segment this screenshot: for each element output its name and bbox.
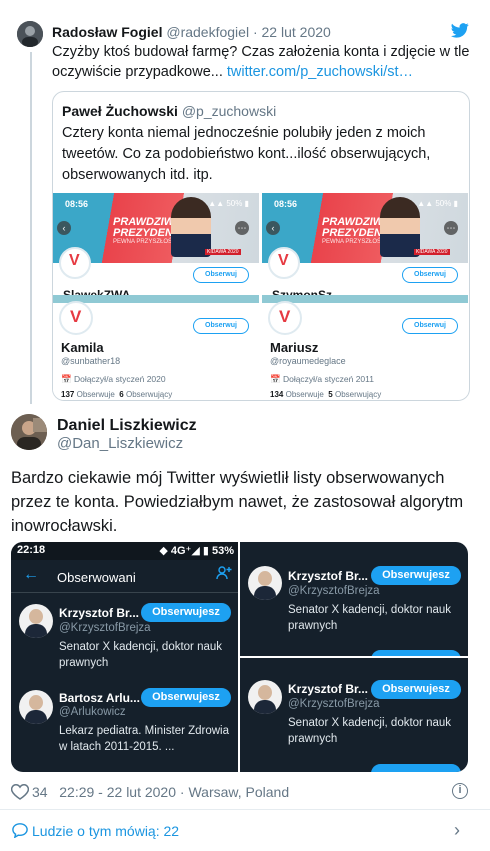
- account-joined: 📅 Dołączył/a styczeń 2020: [61, 374, 166, 384]
- main-author-avatar[interactable]: [11, 414, 47, 450]
- follow-button: Obserwuj: [193, 267, 249, 283]
- user-avatar: [19, 604, 53, 638]
- back-icon: ‹: [266, 221, 280, 235]
- follow-button: Obserwuj: [402, 267, 458, 283]
- user-bio: Senator X kadencji, doktor nauk prawnych: [288, 717, 452, 745]
- user-bio: Senator X kadencji, doktor nauk prawnych: [288, 604, 452, 632]
- add-user-icon: [216, 566, 232, 583]
- attached-image-2[interactable]: Krzysztof Br... Obserwujesz @KrzysztofBr…: [240, 542, 468, 656]
- chevron-right-icon[interactable]: ›: [454, 820, 460, 841]
- user-avatar: [248, 566, 282, 600]
- back-icon: ‹: [57, 221, 71, 235]
- user-bio: Lekarz pediatra. Minister Zdrowia w lata…: [59, 725, 230, 753]
- tweet-timestamp[interactable]: 22:29 - 22 lut 2020: [59, 784, 176, 800]
- people-talking-link[interactable]: Ludzie o tym mówią: 22: [32, 823, 179, 839]
- quoted-tweet-text: Cztery konta niemal jednocześnie polubił…: [62, 125, 431, 183]
- more-icon: ⋯: [444, 221, 458, 235]
- cut-following-button: [371, 650, 461, 656]
- parent-author-avatar[interactable]: [17, 21, 43, 47]
- main-author-name[interactable]: Daniel Liszkiewicz: [57, 417, 197, 435]
- banner-subline: PEWNA PRZYSZŁOŚĆ: [113, 239, 177, 245]
- quoted-image-2[interactable]: 08:56 ▲▲ 50% ▮ PRAWDZIWA PREZYDENT PEWNA …: [262, 193, 468, 400]
- like-count[interactable]: 34: [32, 784, 48, 800]
- parent-author-name[interactable]: Radosław Fogiel: [52, 24, 162, 40]
- speech-bubble-icon: [12, 823, 28, 839]
- quoted-author-name: Paweł Żuchowski: [62, 103, 178, 119]
- thread-connector-line: [30, 52, 32, 404]
- following-list-title: Obserwowani: [57, 570, 136, 585]
- user-bio: Senator X kadencji, doktor nauk prawnych: [59, 641, 223, 669]
- profile-avatar: [59, 247, 91, 279]
- parent-tweet-date[interactable]: 22 lut 2020: [262, 24, 331, 40]
- user-name: Bartosz Arlu...: [59, 691, 140, 705]
- back-arrow-icon: ←: [23, 566, 39, 583]
- user-handle: @KrzysztofBrejza: [288, 698, 380, 710]
- candidate-photo: [171, 197, 211, 257]
- profile-banner-strip: [53, 295, 259, 303]
- tweet-meta: 34 22:29 - 22 lut 2020 · Warsaw, Poland: [32, 784, 289, 800]
- quoted-image-1[interactable]: 08:56 ▲▲ 50% ▮ PRAWDZIWA PREZYDENT PEWNA …: [53, 193, 259, 400]
- following-button: Obserwujesz: [371, 680, 461, 699]
- tweet-location[interactable]: Warsaw, Poland: [188, 784, 289, 800]
- parent-tweet-header: Radosław Fogiel @radekfogiel · 22 lut 20…: [52, 24, 331, 40]
- like-heart-icon[interactable]: [10, 783, 30, 800]
- attached-image-3[interactable]: Krzysztof Br... Obserwujesz @KrzysztofBr…: [240, 658, 468, 772]
- main-author-handle[interactable]: @Dan_Liszkiewicz: [57, 435, 183, 452]
- quoted-tweet-card[interactable]: Paweł Żuchowski @p_zuchowski Cztery kont…: [52, 91, 470, 401]
- phone-time: 08:56: [274, 199, 298, 209]
- divider: [0, 809, 490, 810]
- account-stats: 134 Obserwuje 5 Obserwujący: [270, 390, 382, 399]
- more-icon: ⋯: [235, 221, 249, 235]
- divider: [11, 592, 238, 593]
- main-tweet-text: Bardzo ciekawie mój Twitter wyświetlił l…: [11, 469, 464, 535]
- cut-following-button: [371, 764, 461, 772]
- quoted-author-handle: @p_zuchowski: [181, 103, 277, 119]
- candidate-photo: [380, 197, 420, 257]
- following-button: Obserwujesz: [141, 603, 231, 622]
- profile-avatar: [268, 247, 300, 279]
- phone-status-icons: ▲▲ 50% ▮: [208, 199, 249, 208]
- profile-avatar-2: [59, 301, 93, 335]
- phone-time: 08:56: [65, 199, 89, 209]
- parent-tweet-text: Czyżby ktoś budował farmę? Czas założeni…: [52, 42, 472, 82]
- separator-dot: ·: [252, 24, 258, 40]
- attached-image-1[interactable]: 22:18 ◆ 4G⁺◢ ▮ 53% ← Obserwowani Krzyszt…: [11, 542, 238, 772]
- phone-time: 22:18: [17, 544, 46, 556]
- quoted-tweet-header: Paweł Żuchowski @p_zuchowski: [62, 103, 276, 119]
- user-avatar: [19, 690, 53, 724]
- banner-subline: PEWNA PRZYSZŁOŚĆ: [322, 239, 386, 245]
- user-avatar: [248, 680, 282, 714]
- candidate-label: KIDAWA 2020: [414, 249, 450, 255]
- phone-status-icons: ▲▲ 50% ▮: [417, 199, 458, 208]
- phone-status-icons: ◆ 4G⁺◢ ▮ 53%: [159, 545, 234, 557]
- user-handle: @KrzysztofBrejza: [288, 585, 380, 597]
- separator-dot: ·: [179, 784, 185, 800]
- following-button: Obserwujesz: [141, 688, 231, 707]
- user-handle: @KrzysztofBrejza: [59, 622, 151, 634]
- account-joined: 📅 Dołączył/a styczeń 2011: [270, 374, 374, 384]
- user-handle: @Arlukowicz: [59, 706, 126, 718]
- phone-status-bar: 22:18 ◆ 4G⁺◢ ▮ 53%: [11, 542, 238, 560]
- parent-author-handle[interactable]: @radekfogiel: [166, 24, 249, 40]
- candidate-label: KIDAWA 2020: [205, 249, 241, 255]
- account-stats: 137 Obserwuje 6 Obserwujący: [61, 390, 173, 399]
- user-name: Krzysztof Br...: [288, 569, 369, 583]
- profile-avatar-2: [268, 301, 302, 335]
- user-name: Krzysztof Br...: [59, 606, 140, 620]
- account-name: Kamila: [61, 340, 104, 355]
- account-handle: @sunbather18: [61, 356, 121, 366]
- user-name: Krzysztof Br...: [288, 682, 369, 696]
- profile-banner-strip: [262, 295, 468, 303]
- account-handle: @royaumedeglace: [270, 356, 346, 366]
- account-name: Mariusz: [270, 340, 319, 355]
- follow-button-2: Obserwuj: [402, 318, 458, 334]
- following-button: Obserwujesz: [371, 566, 461, 585]
- info-icon[interactable]: i: [452, 783, 468, 799]
- twitter-bird-icon[interactable]: [451, 23, 469, 38]
- follow-button-2: Obserwuj: [193, 318, 249, 334]
- parent-tweet-link[interactable]: twitter.com/p_zuchowski/st…: [227, 64, 413, 80]
